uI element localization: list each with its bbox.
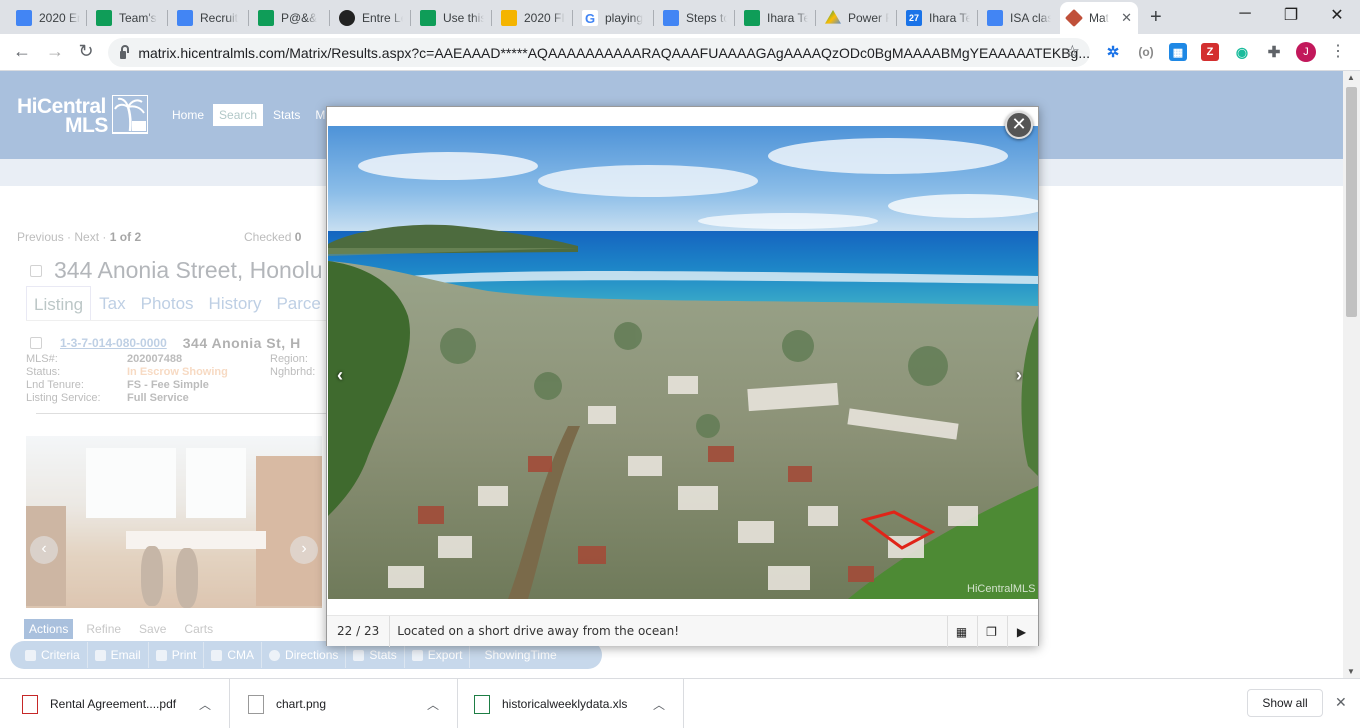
download-item[interactable]: historicalweeklydata.xls ︿ [458, 679, 684, 728]
puzzle-icon[interactable]: ✚ [1265, 43, 1283, 61]
scroll-up-icon[interactable]: ▲ [1347, 73, 1355, 82]
pdf-icon [22, 694, 38, 714]
browser-tab-active[interactable]: Mat ✕ [1060, 2, 1138, 34]
docs-icon [987, 10, 1003, 26]
browser-tab[interactable]: 2020 FI [495, 4, 571, 32]
extension-icon[interactable]: Z [1201, 43, 1219, 61]
chevron-up-icon[interactable]: ︿ [653, 696, 665, 713]
close-window-button[interactable]: ✕ [1314, 5, 1360, 25]
browser-tab[interactable]: Entre Le [333, 4, 409, 32]
docs-icon [177, 10, 193, 26]
browser-tab[interactable]: Ihara Te [738, 4, 814, 32]
photo-counter: 22 / 23 [327, 615, 391, 647]
reload-button[interactable]: ↻ [74, 41, 98, 62]
chevron-up-icon[interactable]: ︿ [427, 696, 439, 713]
scrollbar-thumb[interactable] [1346, 87, 1357, 317]
watermark: HiCentralMLS [967, 583, 1036, 595]
page-scrollbar[interactable]: ▲ ▼ [1343, 71, 1360, 678]
browser-toolbar: ← → ↻ matrix.hicentralmls.com/Matrix/Res… [0, 34, 1360, 71]
previous-photo-button[interactable]: ‹ [337, 365, 343, 386]
address-bar[interactable]: matrix.hicentralmls.com/Matrix/Results.a… [108, 38, 1090, 67]
play-slideshow-icon[interactable]: ▶ [1007, 616, 1035, 647]
browser-tab[interactable]: ISA clas [981, 4, 1057, 32]
lightbox-footer: 22 / 23 Located on a short drive away fr… [327, 615, 1038, 647]
matrix-icon [1064, 8, 1084, 28]
chevron-up-icon[interactable]: ︿ [199, 696, 211, 713]
fullscreen-icon[interactable]: ❐ [977, 616, 1005, 647]
close-lightbox-button[interactable]: ✕ [1005, 111, 1033, 139]
browser-window: 2020 En Team's Recruit P@&& Entre Le Use… [0, 0, 1360, 728]
extension-icon[interactable]: ▦ [1169, 43, 1187, 61]
app-icon [339, 10, 355, 26]
browser-tab[interactable]: Team's [90, 4, 166, 32]
extension-icon[interactable]: ◉ [1233, 43, 1251, 61]
sheets-icon [744, 10, 760, 26]
show-all-button[interactable]: Show all [1247, 689, 1323, 717]
docs-icon [16, 10, 32, 26]
browser-tab[interactable]: Gplaying [576, 4, 652, 32]
close-tab-icon[interactable]: ✕ [1121, 10, 1132, 26]
url-text: matrix.hicentralmls.com/Matrix/Results.a… [138, 44, 1090, 61]
scroll-down-icon[interactable]: ▼ [1347, 667, 1355, 676]
aerial-photo-image [328, 126, 1038, 599]
sheets-icon [420, 10, 436, 26]
sheets-icon [258, 10, 274, 26]
grid-view-icon[interactable]: ▦ [947, 616, 975, 647]
browser-tab[interactable]: 27 Ihara Te [900, 4, 976, 32]
kebab-menu-icon[interactable]: ⋮ [1330, 41, 1346, 61]
next-photo-button[interactable]: › [1016, 365, 1022, 386]
minimize-button[interactable]: ─ [1222, 5, 1268, 23]
browser-tab[interactable]: Steps to [657, 4, 733, 32]
profile-avatar[interactable]: J [1296, 42, 1316, 62]
image-file-icon [248, 694, 264, 714]
extension-icon[interactable]: (o) [1137, 43, 1155, 61]
tab-strip: 2020 En Team's Recruit P@&& Entre Le Use… [0, 0, 1360, 34]
browser-tab[interactable]: Use this [414, 4, 490, 32]
download-item[interactable]: Rental Agreement....pdf ︿ [0, 679, 230, 728]
forward-button[interactable]: → [43, 41, 67, 62]
browser-tab[interactable]: Recruit [171, 4, 247, 32]
sheets-icon [96, 10, 112, 26]
bookmark-star-icon[interactable]: ☆ [1065, 42, 1080, 62]
restore-button[interactable]: ❐ [1268, 5, 1314, 25]
browser-tab[interactable]: P@&& [252, 4, 328, 32]
drive-icon [825, 10, 841, 24]
back-button[interactable]: ← [10, 41, 34, 62]
calendar-icon: 27 [906, 10, 922, 26]
docs-icon [663, 10, 679, 26]
close-downloads-icon[interactable]: ✕ [1335, 694, 1347, 711]
browser-tab[interactable]: Power F [819, 4, 895, 32]
slides-icon [501, 10, 517, 26]
lock-icon [120, 44, 130, 59]
excel-icon [474, 694, 490, 714]
new-tab-button[interactable]: + [1150, 6, 1162, 29]
browser-tab[interactable]: 2020 En [10, 4, 86, 32]
photo-lightbox: ✕ ‹ › HiCentralMLS 22 / 23 Located on a … [326, 106, 1039, 647]
extension-icon[interactable]: ✲ [1104, 43, 1122, 61]
google-icon: G [582, 10, 598, 26]
download-item[interactable]: chart.png ︿ [230, 679, 458, 728]
downloads-bar: Rental Agreement....pdf ︿ chart.png ︿ hi… [0, 678, 1360, 728]
photo-caption: Located on a short drive away from the o… [397, 624, 680, 638]
aerial-photo [328, 126, 1038, 599]
